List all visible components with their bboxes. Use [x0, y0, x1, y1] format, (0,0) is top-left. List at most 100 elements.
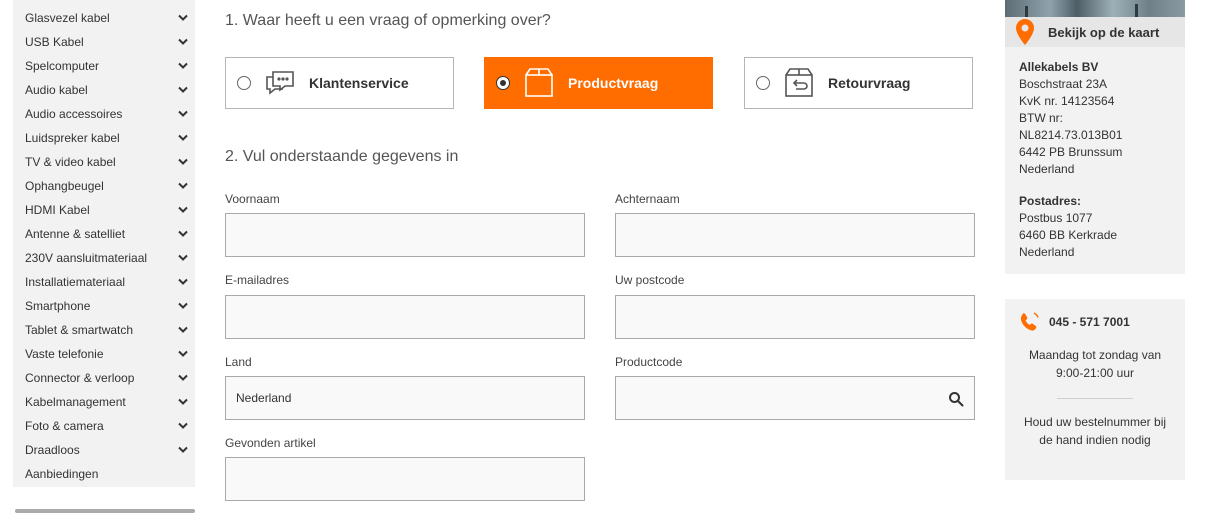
sidebar-item[interactable]: Glasvezel kabel: [13, 6, 195, 30]
email-field[interactable]: [225, 295, 585, 339]
sidebar-item[interactable]: Smartphone: [13, 294, 195, 318]
chevron-down-icon[interactable]: [177, 444, 189, 456]
sidebar-item-label: Ophangbeugel: [25, 179, 104, 193]
option-productvraag[interactable]: Productvraag: [484, 57, 713, 109]
sidebar-item[interactable]: Aanbiedingen: [13, 462, 195, 486]
map-thumbnail[interactable]: [1005, 0, 1185, 17]
sidebar-item-label: Antenne & satelliet: [25, 227, 126, 241]
postbus: Postbus 1077: [1019, 211, 1093, 225]
chevron-down-icon[interactable]: [177, 276, 189, 288]
note-line2: de hand indien nodig: [1039, 433, 1151, 447]
contact-panel: 045 - 571 7001 Maandag tot zondag van 9:…: [1005, 299, 1185, 480]
sidebar-item-label: 230V aansluitmateriaal: [25, 251, 148, 265]
country: Nederland: [1019, 162, 1075, 176]
city: 6442 PB Brunssum: [1019, 145, 1123, 159]
sidebar-item-label: TV & video kabel: [25, 155, 116, 169]
option-retourvraag[interactable]: Retourvraag: [744, 57, 973, 109]
location-pin-icon: [1016, 19, 1036, 45]
option-klantenservice[interactable]: Klantenservice: [225, 57, 454, 109]
map-button[interactable]: Bekijk op de kaart: [1005, 17, 1185, 47]
achternaam-field[interactable]: [615, 213, 975, 257]
company-name: Allekabels BV: [1019, 60, 1099, 74]
chevron-down-icon[interactable]: [177, 300, 189, 312]
sidebar-item-label: Audio kabel: [25, 83, 88, 97]
map-button-label: Bekijk op de kaart: [1048, 24, 1160, 40]
chevron-down-icon[interactable]: [177, 84, 189, 96]
step1-heading: 1. Waar heeft u een vraag of opmerking o…: [225, 12, 551, 29]
voornaam-field[interactable]: [225, 213, 585, 257]
sidebar-item-label: Audio accessoires: [25, 107, 123, 121]
chevron-down-icon[interactable]: [177, 396, 189, 408]
chevron-down-icon[interactable]: [177, 348, 189, 360]
chevron-down-icon[interactable]: [177, 372, 189, 384]
chevron-down-icon[interactable]: [177, 156, 189, 168]
sidebar-item-label: Glasvezel kabel: [25, 11, 110, 25]
chevron-down-icon[interactable]: [177, 108, 189, 120]
chevron-down-icon[interactable]: [177, 204, 189, 216]
btw-label: BTW nr:: [1019, 111, 1063, 125]
option-label: Productvraag: [568, 75, 659, 91]
sidebar-item[interactable]: 230V aansluitmateriaal: [13, 246, 195, 270]
phone-row[interactable]: 045 - 571 7001: [1019, 312, 1130, 332]
chevron-down-icon[interactable]: [177, 180, 189, 192]
sidebar-item-label: Aanbiedingen: [25, 467, 99, 481]
chevron-down-icon[interactable]: [177, 420, 189, 432]
option-radio[interactable]: [756, 76, 770, 90]
sidebar-item-label: Vaste telefonie: [25, 347, 104, 361]
chevron-down-icon[interactable]: [177, 12, 189, 24]
sidebar-item-label: HDMI Kabel: [25, 203, 90, 217]
sidebar-item[interactable]: Draadloos: [13, 438, 195, 462]
postcode-label: Uw postcode: [615, 273, 685, 287]
sidebar-item[interactable]: Connector & verloop: [13, 366, 195, 390]
category-sidebar: Glasvezel kabel USB Kabel Spelcomputer Audi…: [13, 0, 195, 487]
sidebar-item[interactable]: TV & video kabel: [13, 150, 195, 174]
sidebar-item[interactable]: USB Kabel: [13, 30, 195, 54]
achternaam-label: Achternaam: [615, 192, 680, 206]
chevron-down-icon[interactable]: [177, 228, 189, 240]
postal-country: Nederland: [1019, 245, 1075, 259]
chevron-down-icon[interactable]: [177, 324, 189, 336]
sidebar-item[interactable]: Vaste telefonie: [13, 342, 195, 366]
sidebar-item-label: USB Kabel: [25, 35, 84, 49]
sidebar-scrollbar[interactable]: [15, 509, 195, 513]
chat-bubbles-icon: [263, 66, 297, 100]
option-radio[interactable]: [237, 76, 251, 90]
chevron-down-icon[interactable]: [177, 36, 189, 48]
sidebar-item[interactable]: HDMI Kabel: [13, 198, 195, 222]
sidebar-item[interactable]: Foto & camera: [13, 414, 195, 438]
option-radio[interactable]: [496, 76, 510, 90]
search-icon[interactable]: [948, 391, 964, 407]
opening-hours: Maandag tot zondag van 9:00-21:00 uur: [1005, 346, 1185, 382]
sidebar-item[interactable]: Spelcomputer: [13, 54, 195, 78]
sidebar-item-label: Smartphone: [25, 299, 91, 313]
sidebar-item-label: Spelcomputer: [25, 59, 100, 73]
sidebar-item[interactable]: Audio kabel: [13, 78, 195, 102]
sidebar-item-label: Installatiemateriaal: [25, 275, 126, 289]
sidebar-item[interactable]: Luidspreker kabel: [13, 126, 195, 150]
hours-line2: 9:00-21:00 uur: [1055, 366, 1135, 380]
sidebar-item[interactable]: Kabelmanagement: [13, 390, 195, 414]
sidebar-item-label: Luidspreker kabel: [25, 131, 120, 145]
sidebar-item[interactable]: Audio accessoires: [13, 102, 195, 126]
step2-heading: 2. Vul onderstaande gegevens in: [225, 148, 459, 165]
chevron-down-icon[interactable]: [177, 132, 189, 144]
sidebar-item[interactable]: Ophangbeugel: [13, 174, 195, 198]
chevron-down-icon[interactable]: [177, 60, 189, 72]
sidebar-item-label: Kabelmanagement: [25, 395, 126, 409]
sidebar-item[interactable]: Installatiemateriaal: [13, 270, 195, 294]
phone-icon: [1019, 312, 1039, 332]
chevron-down-icon[interactable]: [177, 252, 189, 264]
email-label: E-mailadres: [225, 273, 290, 287]
postal-heading: Postadres:: [1019, 194, 1082, 208]
sidebar-item[interactable]: Antenne & satelliet: [13, 222, 195, 246]
address-panel: Allekabels BV Boschstraat 23A KvK nr. 14…: [1005, 47, 1185, 274]
return-box-icon: [782, 66, 816, 100]
artikel-field[interactable]: [225, 457, 585, 501]
productcode-field[interactable]: [615, 376, 975, 420]
land-field[interactable]: Nederland: [225, 376, 585, 420]
street: Boschstraat 23A: [1019, 77, 1108, 91]
sidebar-item[interactable]: Tablet & smartwatch: [13, 318, 195, 342]
postcode-field[interactable]: [615, 295, 975, 339]
option-label: Klantenservice: [309, 75, 409, 91]
sidebar-item-label: Tablet & smartwatch: [25, 323, 134, 337]
